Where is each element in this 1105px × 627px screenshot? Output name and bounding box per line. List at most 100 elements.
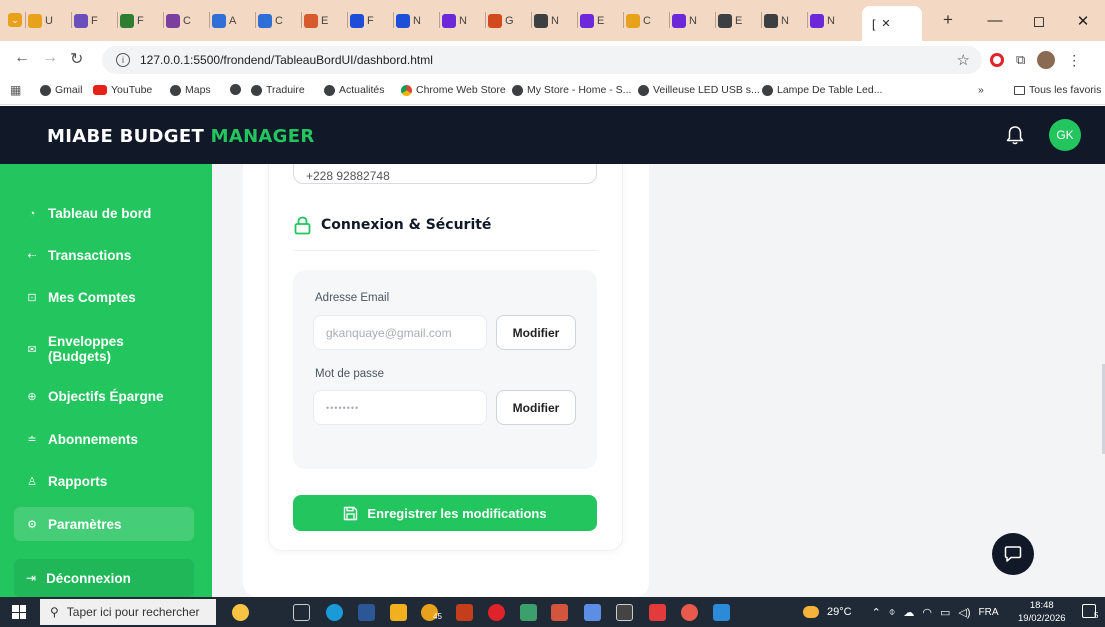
browser-tab[interactable]: U: [28, 8, 53, 34]
app-logo[interactable]: MIABE BUDGET MANAGER: [47, 126, 315, 147]
notification-bell-icon[interactable]: [1006, 125, 1024, 145]
menu-kebab-icon[interactable]: ⋮: [1067, 52, 1081, 69]
save-changes-button[interactable]: Enregistrer les modifications: [293, 495, 597, 531]
browser-tab[interactable]: F: [350, 8, 374, 34]
sidebar-item-transactions[interactable]: ⇠ Transactions: [14, 248, 194, 263]
bookmark-lampe[interactable]: Lampe De Table Led...: [762, 84, 882, 96]
browser-tab[interactable]: N: [672, 8, 697, 34]
tab-separator: [577, 12, 578, 28]
save-label: Enregistrer les modifications: [367, 505, 547, 521]
browser-tab[interactable]: N: [764, 8, 789, 34]
sidebar-item-envelopes[interactable]: ✉ Enveloppes (Budgets): [14, 334, 194, 364]
sidebar-item-reports[interactable]: ♙ Rapports: [14, 474, 194, 489]
modify-email-button[interactable]: Modifier: [496, 315, 576, 350]
browser-tab[interactable]: C: [166, 8, 191, 34]
browser-tab[interactable]: N: [810, 8, 835, 34]
browser-tab[interactable]: C: [626, 8, 651, 34]
sidebar-item-accounts[interactable]: ⊡ Mes Comptes: [14, 290, 194, 305]
weather-icon[interactable]: [803, 606, 819, 618]
forward-arrow-icon[interactable]: →: [42, 49, 58, 67]
browser-tab[interactable]: C: [258, 8, 283, 34]
logout-button[interactable]: ⇥ Déconnexion: [14, 559, 194, 597]
password-field[interactable]: ••••••••: [313, 390, 487, 425]
battery-icon[interactable]: ▭: [940, 606, 950, 619]
paint-icon[interactable]: [551, 604, 568, 621]
bookmark-veilleuse[interactable]: Veilleuse LED USB s...: [638, 84, 760, 96]
browser-tab[interactable]: F: [120, 8, 144, 34]
notification-count: 5: [1094, 611, 1099, 620]
browser-tab[interactable]: E: [718, 8, 742, 34]
windows-start-icon[interactable]: [12, 605, 26, 619]
new-tab-button[interactable]: +: [943, 10, 953, 30]
extensions-icon[interactable]: ⧉: [1016, 52, 1025, 68]
all-favorites-folder[interactable]: Tous les favoris: [1014, 84, 1101, 96]
terminal-icon[interactable]: [616, 604, 633, 621]
screen-icon[interactable]: [584, 604, 601, 621]
tray-chevron-icon[interactable]: ⌃: [872, 606, 881, 619]
wps-icon[interactable]: [649, 604, 666, 621]
volume-icon[interactable]: ◁): [958, 606, 970, 619]
minimize-button[interactable]: —: [973, 12, 1017, 29]
sidebar-item-subscriptions[interactable]: ≐ Abonnements: [14, 432, 194, 447]
sidebar-item-savings-goals[interactable]: ⊕ Objectifs Épargne: [14, 389, 194, 404]
active-tab[interactable]: [ ✕: [862, 6, 922, 41]
tray-icon[interactable]: ⌽: [889, 606, 896, 619]
chat-button[interactable]: [992, 533, 1034, 575]
browser-tab[interactable]: F: [74, 8, 98, 34]
tab-label: E: [735, 15, 743, 27]
site-info-icon[interactable]: i: [116, 53, 130, 67]
edge-icon[interactable]: [326, 604, 343, 621]
system-clock[interactable]: 18:48 19/02/2026: [1018, 599, 1066, 625]
bookmark-youtube[interactable]: YouTube: [93, 84, 152, 96]
bookmark-maps[interactable]: Maps: [170, 84, 211, 96]
sidebar-item-dashboard[interactable]: ◔ Tableau de bord: [14, 206, 194, 221]
browser-tab[interactable]: N: [396, 8, 421, 34]
email-field[interactable]: gkanquaye@gmail.com: [313, 315, 487, 350]
apps-grid-icon[interactable]: ▦: [10, 83, 21, 97]
bookmark-star-icon[interactable]: ☆: [957, 51, 970, 69]
browser-tab[interactable]: N: [534, 8, 559, 34]
browser-tab[interactable]: E: [580, 8, 604, 34]
reload-icon[interactable]: ↻: [70, 49, 83, 69]
user-avatar[interactable]: GK: [1049, 119, 1081, 151]
language-indicator[interactable]: FRA: [979, 607, 999, 618]
tab-search-button[interactable]: ⌄: [8, 13, 22, 27]
phone-input[interactable]: +228 92882748: [293, 164, 597, 184]
app-icon[interactable]: [520, 604, 537, 621]
word-icon[interactable]: [358, 604, 375, 621]
modify-password-button[interactable]: Modifier: [496, 390, 576, 425]
maximize-button[interactable]: ◻: [1017, 12, 1061, 30]
tab-favicon-icon: [166, 14, 180, 28]
sparkle-icon[interactable]: [232, 604, 249, 621]
bookmark-actualites[interactable]: Actualités: [324, 84, 385, 96]
weather-temp[interactable]: 29°C: [827, 606, 852, 618]
sidebar-item-label: Enveloppes (Budgets): [48, 334, 124, 364]
bookmark-unnamed[interactable]: [230, 84, 245, 95]
bookmark-my-store[interactable]: My Store - Home - S...: [512, 84, 631, 96]
wifi-icon[interactable]: ◠: [922, 606, 932, 619]
chrome-profile-icon[interactable]: [681, 604, 698, 621]
file-explorer-icon[interactable]: [390, 604, 407, 621]
bookmark-chrome-web-store[interactable]: Chrome Web Store: [401, 84, 506, 96]
cloud-icon[interactable]: ☁: [903, 606, 914, 619]
bookmarks-overflow[interactable]: »: [978, 84, 984, 96]
browser-tab[interactable]: G: [488, 8, 514, 34]
save-disk-icon: [344, 506, 358, 520]
vscode-icon[interactable]: [713, 604, 730, 621]
sidebar-item-settings[interactable]: ⚙ Paramètres: [14, 507, 194, 541]
profile-icon[interactable]: [1037, 51, 1056, 69]
browser-tab[interactable]: A: [212, 8, 236, 34]
browser-tab[interactable]: N: [442, 8, 467, 34]
task-view-icon[interactable]: [293, 604, 310, 621]
close-window-button[interactable]: ✕: [1061, 12, 1105, 30]
bookmark-gmail[interactable]: Gmail: [40, 84, 82, 96]
bookmark-traduire[interactable]: Traduire: [251, 84, 305, 96]
opera-taskbar-icon[interactable]: [488, 604, 505, 621]
url-bar[interactable]: i 127.0.0.1:5500/frondend/TableauBordUI/…: [102, 46, 982, 74]
powerpoint-icon[interactable]: [456, 604, 473, 621]
back-arrow-icon[interactable]: ←: [14, 49, 30, 67]
close-tab-icon[interactable]: ✕: [881, 17, 890, 30]
browser-tab[interactable]: E: [304, 8, 328, 34]
opera-icon[interactable]: [990, 53, 1004, 67]
taskbar-search-input[interactable]: ⚲ Taper ici pour rechercher: [40, 599, 216, 625]
